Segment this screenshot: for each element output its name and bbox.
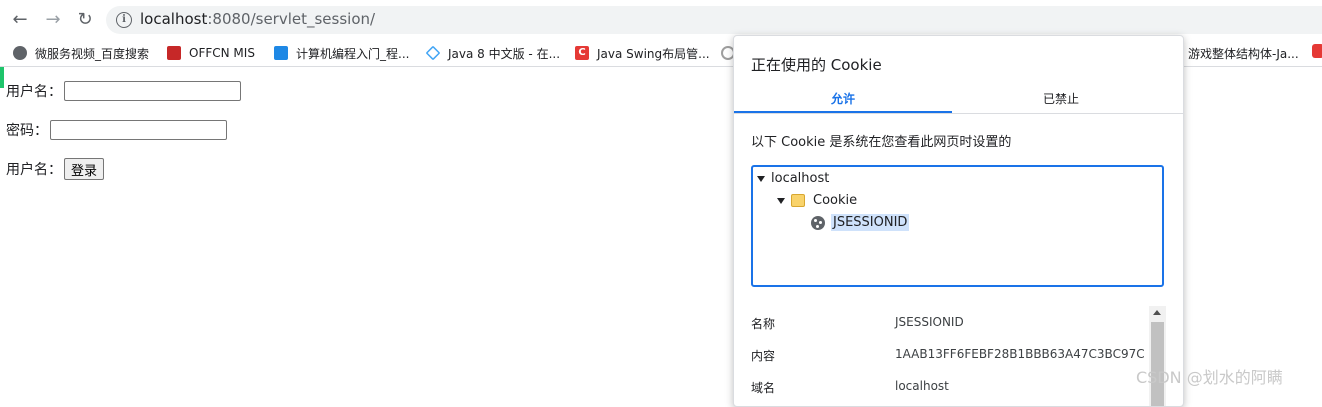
bookmark-label: 微服务视频_百度搜索 bbox=[35, 46, 150, 61]
tree-node-folder[interactable]: Cookie bbox=[777, 193, 857, 208]
password-input[interactable] bbox=[50, 120, 227, 140]
cookie-tree[interactable]: localhost Cookie JSESSIONID bbox=[751, 165, 1164, 287]
login-button[interactable]: 登录 bbox=[64, 158, 105, 180]
scroll-up-arrow-icon[interactable] bbox=[1153, 310, 1161, 315]
csdn-icon[interactable] bbox=[1312, 44, 1322, 58]
password-row: 密码： bbox=[6, 120, 227, 140]
submit-row-label: 用户名： bbox=[6, 162, 62, 178]
java-icon bbox=[425, 45, 441, 61]
watermark: CSDN @划水的阿瞒 bbox=[1136, 368, 1283, 387]
password-label: 密码： bbox=[6, 123, 48, 139]
bookmark-item[interactable]: OFFCN MIS bbox=[167, 44, 255, 62]
details-scrollbar[interactable] bbox=[1149, 306, 1166, 406]
offcn-icon bbox=[167, 46, 181, 60]
url-host: localhost bbox=[140, 10, 208, 28]
site-info-icon[interactable]: i bbox=[116, 12, 132, 28]
forward-arrow-icon[interactable]: → bbox=[42, 9, 64, 31]
detail-value: 1AAB13FF6FEBF28B1BBB63A47C3BC97C bbox=[895, 347, 1145, 361]
address-bar[interactable]: i localhost:8080/servlet_session/ bbox=[106, 6, 1322, 34]
globe-icon bbox=[13, 46, 27, 60]
bookmark-label: Java 8 中文版 - 在... bbox=[448, 46, 561, 61]
detail-key: 域名 bbox=[751, 381, 776, 395]
submit-row: 用户名： 登录 bbox=[6, 158, 105, 180]
bookmark-item[interactable]: Java 8 中文版 - 在... bbox=[425, 44, 561, 62]
computer-icon bbox=[274, 46, 288, 60]
tab-divider bbox=[734, 113, 1183, 114]
back-arrow-icon[interactable]: ← bbox=[9, 9, 31, 31]
csdn-icon: C bbox=[575, 46, 589, 60]
tree-node-cookie[interactable]: JSESSIONID bbox=[811, 214, 910, 231]
bookmark-item[interactable]: C 游戏整体结构体-Ja... bbox=[1166, 44, 1299, 62]
expand-triangle-icon[interactable] bbox=[757, 175, 765, 182]
expand-triangle-icon[interactable] bbox=[777, 197, 785, 204]
bookmark-label: OFFCN MIS bbox=[189, 46, 255, 60]
url-text[interactable]: localhost:8080/servlet_session/ bbox=[140, 10, 375, 28]
detail-key: 名称 bbox=[751, 317, 776, 331]
cookies-dialog: 正在使用的 Cookie 允许 已禁止 以下 Cookie 是系统在您查看此网页… bbox=[733, 35, 1184, 407]
tree-folder-label: Cookie bbox=[813, 193, 858, 208]
dialog-description: 以下 Cookie 是系统在您查看此网页时设置的 bbox=[751, 135, 1012, 150]
bookmark-item[interactable]: 微服务视频_百度搜索 bbox=[13, 44, 149, 62]
detail-value: JSESSIONID bbox=[895, 315, 964, 329]
cookie-icon bbox=[811, 215, 825, 230]
bookmark-label: Java Swing布局管... bbox=[597, 46, 710, 61]
detail-value: localhost bbox=[895, 379, 949, 393]
dialog-title: 正在使用的 Cookie bbox=[751, 56, 882, 74]
tab-blocked[interactable]: 已禁止 bbox=[952, 90, 1170, 112]
username-row: 用户名： bbox=[6, 81, 241, 101]
bookmark-label: 计算机编程入门_程... bbox=[296, 46, 410, 61]
tab-allowed[interactable]: 允许 bbox=[734, 90, 952, 113]
browser-toolbar: ← → ↻ i localhost:8080/servlet_session/ bbox=[0, 0, 1322, 40]
bookmark-item[interactable]: C Java Swing布局管... bbox=[575, 44, 710, 62]
reload-icon[interactable]: ↻ bbox=[74, 9, 96, 31]
detail-key: 内容 bbox=[751, 349, 776, 363]
username-input[interactable] bbox=[64, 81, 241, 101]
tree-node-host[interactable]: localhost bbox=[757, 171, 829, 186]
bookmark-label: 游戏整体结构体-Ja... bbox=[1188, 46, 1299, 61]
bookmark-item[interactable]: 计算机编程入门_程... bbox=[274, 44, 409, 62]
tree-host-label: localhost bbox=[771, 171, 830, 186]
url-path: :8080/servlet_session/ bbox=[207, 10, 376, 28]
folder-icon bbox=[791, 194, 805, 207]
tree-cookie-label: JSESSIONID bbox=[831, 214, 910, 231]
username-label: 用户名： bbox=[6, 84, 62, 100]
